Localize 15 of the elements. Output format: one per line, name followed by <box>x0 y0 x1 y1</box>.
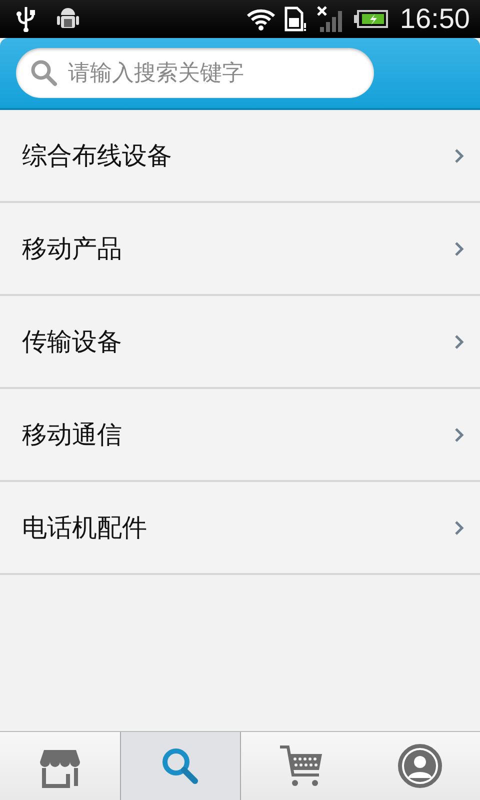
chevron-icon <box>454 148 464 164</box>
chevron-icon <box>454 334 464 350</box>
chevron-icon <box>454 240 464 256</box>
chevron-icon <box>454 426 464 442</box>
chevron-icon <box>454 520 464 536</box>
sim-card-icon <box>284 6 308 32</box>
profile-icon <box>397 743 444 789</box>
battery-icon <box>354 10 388 28</box>
wifi-icon <box>246 7 276 31</box>
search-tab[interactable] <box>120 732 241 800</box>
search-icon <box>160 746 200 786</box>
usb-icon <box>16 6 36 32</box>
clock-time: 16:50 <box>400 3 470 35</box>
search-field[interactable]: 请输入搜索关键字 <box>16 48 374 98</box>
cart-icon <box>278 744 324 788</box>
